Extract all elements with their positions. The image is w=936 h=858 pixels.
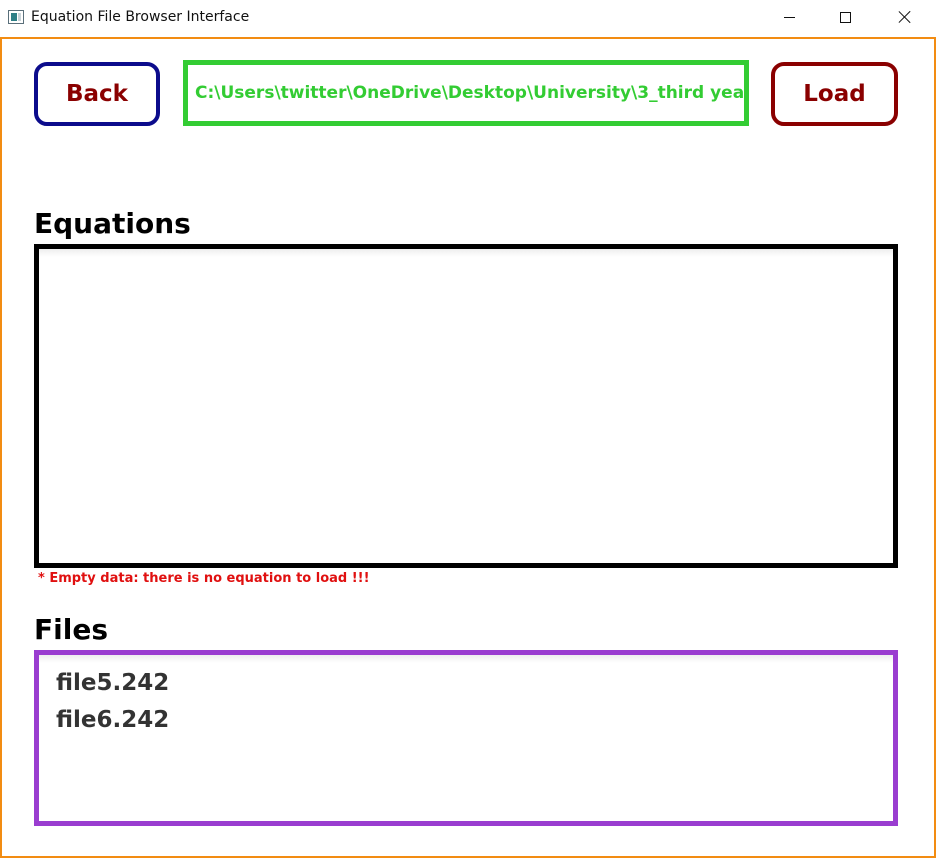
empty-data-error: * Empty data: there is no equation to lo… <box>38 571 370 586</box>
minimize-icon <box>783 16 795 18</box>
files-list[interactable]: file5.242 file6.242 <box>34 650 898 826</box>
app-window-icon <box>8 10 24 24</box>
app-window: Equation File Browser Interface Back C:\… <box>0 0 936 858</box>
main-panel: Back C:\Users\twitter\OneDrive\Desktop\U… <box>0 37 936 858</box>
load-button[interactable]: Load <box>771 62 898 126</box>
minimize-button[interactable] <box>766 0 812 34</box>
file-list-item[interactable]: file6.242 <box>56 702 893 739</box>
maximize-icon <box>839 11 851 23</box>
title-bar[interactable]: Equation File Browser Interface <box>0 0 936 36</box>
file-list-item[interactable]: file5.242 <box>56 665 893 702</box>
close-button[interactable] <box>882 0 928 34</box>
path-field[interactable]: C:\Users\twitter\OneDrive\Desktop\Univer… <box>183 60 749 126</box>
files-heading: Files <box>34 613 108 646</box>
maximize-button[interactable] <box>822 0 868 34</box>
back-button[interactable]: Back <box>34 62 160 126</box>
close-icon <box>898 10 912 24</box>
window-title: Equation File Browser Interface <box>31 9 250 25</box>
equations-list[interactable] <box>34 244 898 568</box>
equations-heading: Equations <box>34 207 191 240</box>
